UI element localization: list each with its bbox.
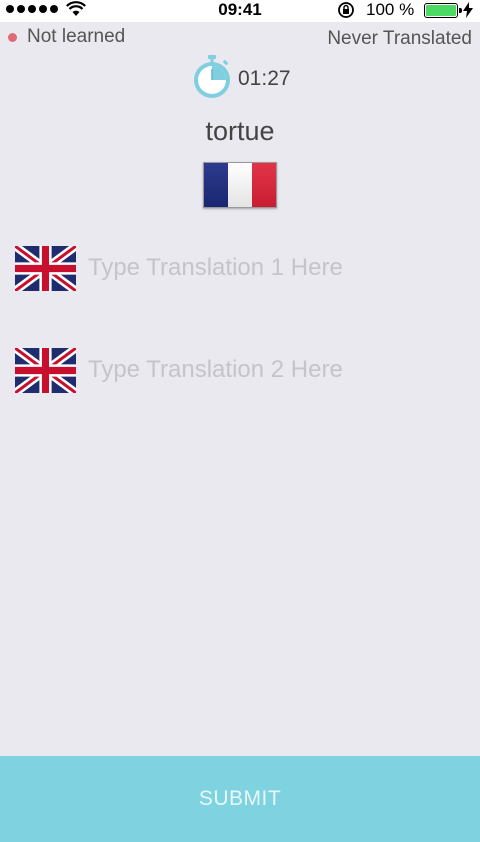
battery-percentage: 100 %	[366, 0, 415, 19]
status-dot-icon	[8, 32, 17, 42]
charging-bolt-icon	[463, 2, 473, 18]
submit-button[interactable]: SUBMIT	[0, 756, 480, 842]
translation-row-1	[15, 243, 465, 293]
translation-2-input[interactable]	[88, 356, 448, 384]
uk-flag-icon	[15, 245, 76, 291]
learned-status-label: Not learned	[27, 26, 126, 47]
uk-flag-icon	[15, 347, 76, 393]
battery-icon	[424, 3, 462, 18]
timer: 01:27	[190, 54, 291, 100]
stopwatch-icon	[194, 55, 230, 98]
rotation-lock-icon	[338, 2, 354, 18]
translation-1-input[interactable]	[88, 254, 448, 282]
learned-status: Not learned	[8, 26, 125, 48]
status-bar: 09:41 100 %	[0, 0, 480, 22]
translation-row-2	[15, 345, 465, 395]
france-flag-icon	[203, 162, 277, 208]
translated-status: Never Translated	[327, 28, 472, 49]
word-to-translate: tortue	[205, 116, 275, 146]
timer-value: 01:27	[238, 67, 291, 90]
